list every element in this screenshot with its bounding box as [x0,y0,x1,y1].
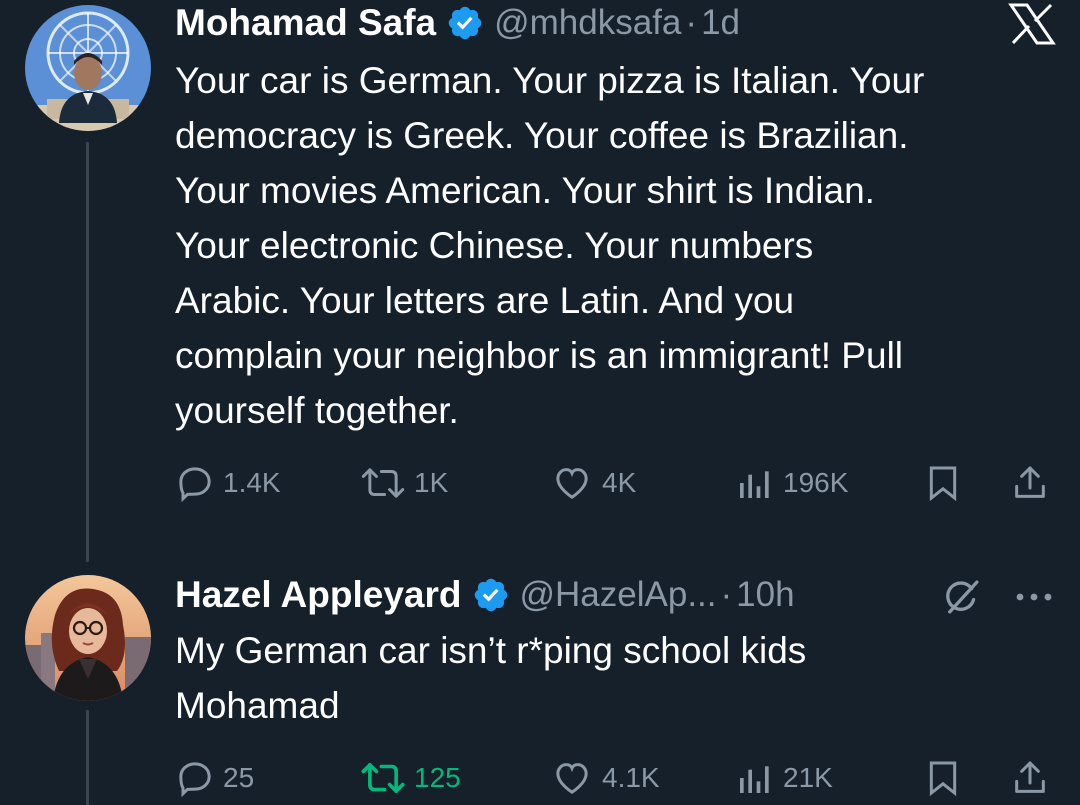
avatar[interactable] [25,5,151,131]
repost-count: 1K [414,467,449,498]
tweet-actions: 25 125 4.1K 21K [175,753,1065,803]
author-handle[interactable]: @mhdksafa [494,3,681,43]
share-icon [1015,466,1045,498]
tweet-text: My German car isn’t r*ping school kids M… [175,630,807,726]
like-count: 4.1K [602,762,660,793]
reply-count: 25 [223,762,255,793]
avatar-image [25,575,151,701]
views-icon [740,471,769,498]
reply-icon [179,467,211,503]
author-name[interactable]: Hazel Appleyard [175,574,462,616]
tweet-text: Your car is German. Your pizza is Italia… [175,60,925,431]
bookmark-icon [929,466,957,502]
timestamp[interactable]: 1d [701,3,740,43]
like-button[interactable]: 4K [550,458,636,508]
views-button[interactable]: 21K [735,753,833,803]
repost-icon [361,468,405,498]
tweet-actions: 1.4K 1K 4K 196K [175,458,1065,508]
avatar-image [25,5,151,131]
views-icon [740,766,769,793]
avatar[interactable] [25,575,151,701]
separator-dot: · [685,3,698,42]
views-count: 21K [783,762,833,793]
heart-icon [556,763,588,794]
share-button[interactable] [1010,753,1058,803]
repost-count: 125 [414,762,461,793]
repost-button[interactable]: 125 [360,753,461,803]
heart-icon [556,468,588,499]
more-icon[interactable] [1008,574,1060,620]
thread-connector-line [86,142,89,562]
bookmark-icon [929,761,957,797]
reply-button[interactable]: 1.4K [175,458,281,508]
thread-connector-line [86,710,89,805]
tweet-hazel-appleyard[interactable]: Hazel Appleyard @HazelAp... · 10h My Ger… [0,560,1080,805]
author-name[interactable]: Mohamad Safa [175,2,436,44]
like-count: 4K [602,467,637,498]
bookmark-button[interactable] [923,458,971,508]
tweet-mohamad-safa[interactable]: Mohamad Safa @mhdksafa · 1d Your car is … [0,0,1080,562]
tweet-header: Hazel Appleyard @HazelAp... · 10h [175,572,795,618]
views-button[interactable]: 196K [735,458,848,508]
verified-badge-icon [446,4,484,42]
bookmark-button[interactable] [923,753,971,803]
views-count: 196K [783,467,849,498]
like-button[interactable]: 4.1K [550,753,660,803]
reply-count: 1.4K [223,467,281,498]
repost-button[interactable]: 1K [360,458,448,508]
grok-slash-icon[interactable] [938,574,986,620]
reply-icon [179,762,211,798]
author-handle[interactable]: @HazelAp... [520,575,717,615]
share-button[interactable] [1010,458,1058,508]
verified-badge-icon [472,576,510,614]
repost-icon [361,763,405,793]
tweet-header: Mohamad Safa @mhdksafa · 1d [175,0,740,46]
timestamp[interactable]: 10h [736,575,794,615]
separator-dot: · [720,575,733,614]
reply-button[interactable]: 25 [175,753,254,803]
share-icon [1015,761,1045,793]
x-logo-icon[interactable] [1004,2,1060,46]
